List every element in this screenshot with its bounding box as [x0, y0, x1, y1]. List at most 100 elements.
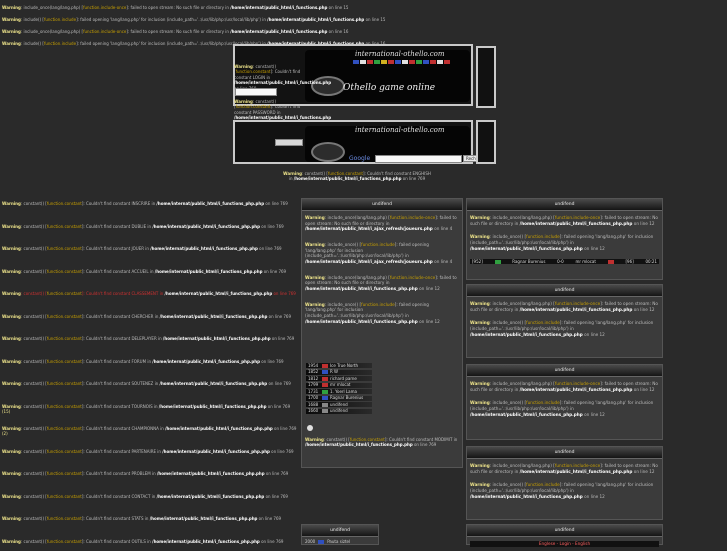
menu-warning[interactable]: Warning: constant() [function.constant]:…: [2, 314, 298, 319]
flag-icon[interactable]: [416, 60, 422, 64]
player-name[interactable]: 1. Yoerl Lama: [330, 389, 357, 394]
language-flags[interactable]: [353, 60, 450, 64]
warning-function-link[interactable]: function.include: [526, 482, 560, 487]
menu-warning[interactable]: Warning: constant() [function.constant]:…: [2, 201, 298, 206]
flag-icon[interactable]: [388, 60, 394, 64]
refresh-icon[interactable]: [307, 425, 313, 431]
menu-warning[interactable]: Warning: constant() [function.constant]:…: [2, 381, 298, 386]
warning-function-link[interactable]: function.constant: [350, 437, 385, 442]
menu-warning[interactable]: Warning: constant() [function.constant]:…: [2, 404, 298, 415]
warning-text: ]: Couldn't find constant FORUM in: [81, 358, 153, 364]
menu-warning[interactable]: Warning: constant() [function.constant]:…: [2, 471, 298, 476]
warning-function-link[interactable]: function.constant: [47, 314, 82, 319]
warning-function-link[interactable]: function.constant: [236, 104, 271, 109]
warning-text: ]: Couldn't find constant INSCRIRE in: [81, 201, 157, 206]
player-row[interactable]: 1660 undifend: [306, 408, 372, 414]
warning-function-link[interactable]: function.include-once: [555, 463, 600, 468]
warning-function-link[interactable]: function.include-once: [390, 275, 435, 280]
player-row[interactable]: 1688 undifend: [306, 402, 372, 407]
warning-function-link[interactable]: function.constant: [47, 471, 82, 476]
menu-warning[interactable]: Warning: constant() [function.constant]:…: [2, 494, 298, 499]
warning-function-link[interactable]: function.include: [44, 41, 76, 46]
player-name[interactable]: richard parne: [330, 376, 357, 381]
warning-label: Warning: [470, 400, 490, 406]
warning-function-link[interactable]: function.constant: [47, 381, 82, 386]
player-row[interactable]: 1731 1. Yoerl Lama: [306, 389, 372, 394]
search-input[interactable]: [375, 155, 462, 163]
flag-icon: [322, 402, 328, 407]
warning-function-link[interactable]: function.constant: [47, 539, 82, 544]
player-name[interactable]: Ice True North: [330, 363, 358, 368]
menu-warning[interactable]: Warning: constant() [function.constant]:…: [2, 291, 298, 296]
warning-function-link[interactable]: function.constant: [47, 426, 82, 431]
bottom-player-row[interactable]: 2000 Pauta siztel: [302, 538, 378, 545]
menu-warning[interactable]: Warning: constant() [function.constant]:…: [2, 246, 298, 251]
warning-function-link[interactable]: function.include-once: [83, 5, 126, 10]
warning-function-link[interactable]: function.include: [526, 320, 560, 325]
login-button[interactable]: [275, 139, 303, 146]
warning-function-link[interactable]: function.constant: [47, 516, 82, 521]
menu-warning[interactable]: Warning: constant() [function.constant]:…: [2, 449, 298, 454]
game-left-player[interactable]: Ragnar Burenius: [512, 259, 545, 264]
flag-icon[interactable]: [367, 60, 373, 64]
player-rank: 1799: [308, 382, 319, 388]
warning-function-link[interactable]: function.constant: [47, 224, 82, 229]
player-name[interactable]: mr mlocat: [330, 382, 351, 387]
warning-function-link[interactable]: function.constant: [47, 359, 82, 364]
language-links[interactable]: Englese - Login - English: [470, 541, 659, 547]
warning-function-link[interactable]: function.include-once: [555, 381, 600, 386]
player-row[interactable]: 1799 mr mlocat: [306, 382, 372, 388]
game-right-player[interactable]: mr mlocat: [575, 259, 596, 264]
flag-icon[interactable]: [437, 60, 443, 64]
menu-warning[interactable]: Warning: constant() [function.constant]:…: [2, 539, 298, 544]
player-name[interactable]: undifend: [330, 408, 348, 413]
player-name[interactable]: R W: [330, 369, 338, 374]
flag-icon[interactable]: [423, 60, 429, 64]
warning-function-link[interactable]: function.include-once: [555, 301, 600, 306]
bottom-player-name[interactable]: Pauta siztel: [327, 539, 350, 544]
flag-icon[interactable]: [402, 60, 408, 64]
player-row[interactable]: 1852 R W: [306, 369, 372, 375]
warning-function-link[interactable]: function.include: [361, 302, 395, 307]
php-warning: Warning: include_once(lang/lang.php) [fu…: [2, 29, 348, 34]
flag-icon[interactable]: [381, 60, 387, 64]
player-name[interactable]: Ragnar Burenius: [330, 395, 363, 400]
player-row[interactable]: 1700 Ragnar Burenius: [306, 395, 372, 401]
flag-icon[interactable]: [360, 60, 366, 64]
player-row[interactable]: 1812 richard parne: [306, 376, 372, 381]
warning-function-link[interactable]: function.include-once: [555, 215, 600, 220]
warning-function-link[interactable]: function.constant: [328, 171, 363, 176]
menu-warning[interactable]: Warning: constant() [function.constant]:…: [2, 269, 298, 274]
menu-warning[interactable]: Warning: constant() [function.constant]:…: [2, 224, 298, 229]
warning-function-link[interactable]: function.constant: [47, 269, 82, 274]
flag-icon[interactable]: [395, 60, 401, 64]
warning-function-link[interactable]: function.constant: [236, 69, 271, 74]
warning-function-link[interactable]: function.constant: [47, 336, 82, 341]
login-input[interactable]: [235, 88, 277, 96]
flag-icon[interactable]: [374, 60, 380, 64]
flag-icon[interactable]: [353, 60, 359, 64]
warning-function-link[interactable]: function.include: [44, 17, 76, 22]
menu-warning[interactable]: Warning: constant() [function.constant]:…: [2, 516, 298, 521]
warning-function-link[interactable]: function.include-once: [83, 29, 126, 34]
flag-icon[interactable]: [444, 60, 450, 64]
menu-warning[interactable]: Warning: constant() [function.constant]:…: [2, 359, 298, 364]
flag-icon[interactable]: [409, 60, 415, 64]
warning-function-link[interactable]: function.constant: [47, 246, 82, 251]
menu-warning[interactable]: Warning: constant() [function.constant]:…: [2, 336, 298, 341]
player-row[interactable]: 1954 Ice True North: [306, 363, 372, 368]
warning-function-link[interactable]: function.constant: [47, 449, 82, 454]
live-game-row[interactable]: [952] Ragnar Burenius 0-0 mr mlocat [96] 00:2…: [470, 259, 659, 265]
menu-warning[interactable]: Warning: constant() [function.constant]:…: [2, 426, 298, 437]
warning-function-link[interactable]: function.include-once: [390, 215, 435, 220]
warning-function-link[interactable]: function.include: [526, 400, 560, 405]
warning-function-link[interactable]: function.constant: [47, 291, 82, 296]
warning-function-link[interactable]: function.include: [526, 234, 560, 239]
warning-function-link[interactable]: function.constant: [47, 494, 82, 499]
flag-icon[interactable]: [430, 60, 436, 64]
flag-icon: [322, 370, 328, 374]
warning-function-link[interactable]: function.include: [361, 242, 395, 247]
player-name[interactable]: undifend: [330, 402, 348, 407]
warning-function-link[interactable]: function.constant: [47, 201, 82, 206]
warning-function-link[interactable]: function.constant: [47, 404, 82, 409]
